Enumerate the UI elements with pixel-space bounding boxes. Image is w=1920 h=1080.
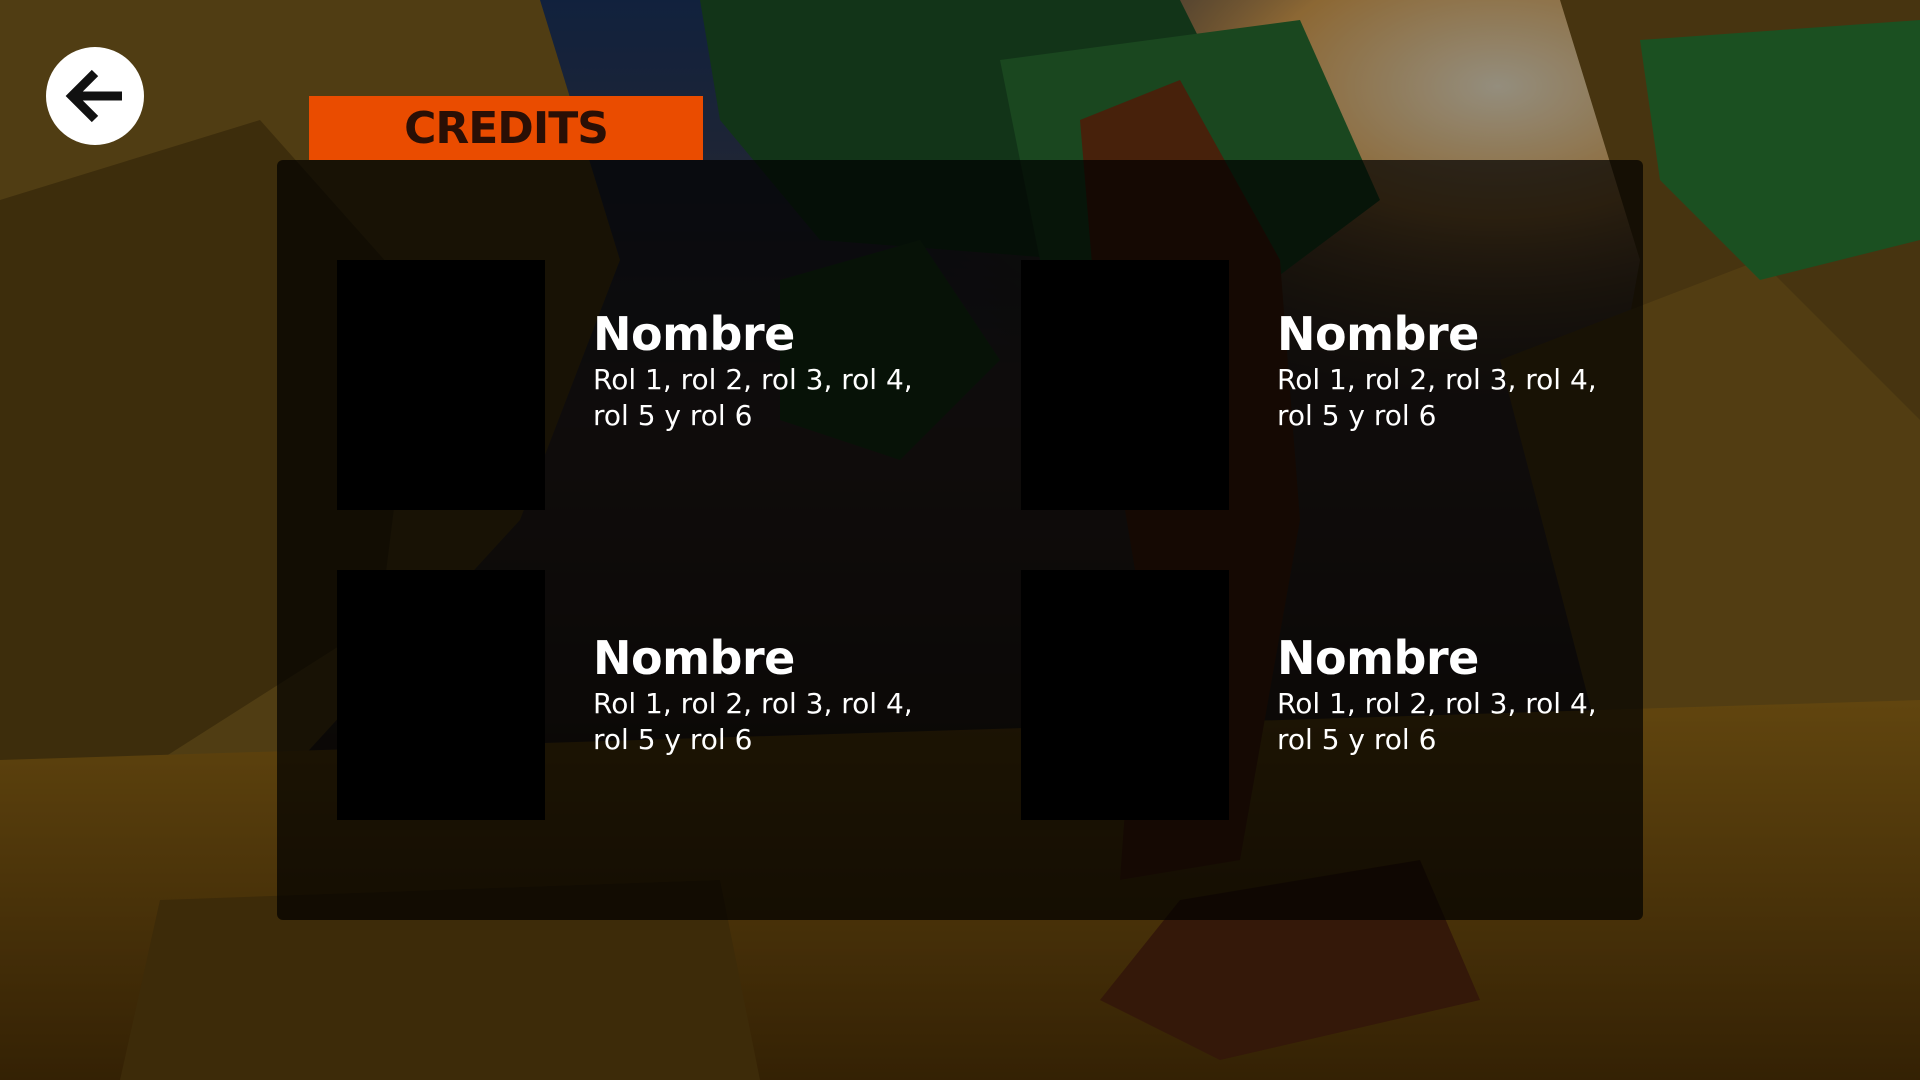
credits-panel: Nombre Rol 1, rol 2, rol 3, rol 4, rol 5… [277,160,1643,920]
credit-info: Nombre Rol 1, rol 2, rol 3, rol 4, rol 5… [593,630,973,758]
credit-card: Nombre Rol 1, rol 2, rol 3, rol 4, rol 5… [337,260,957,510]
arrow-left-icon [65,69,122,123]
credit-card: Nombre Rol 1, rol 2, rol 3, rol 4, rol 5… [1021,260,1641,510]
member-photo [337,260,545,510]
member-name: Nombre [1277,631,1479,685]
member-roles: Rol 1, rol 2, rol 3, rol 4, rol 5 y rol … [593,363,913,432]
member-name: Nombre [1277,307,1479,361]
back-button[interactable] [46,47,144,145]
member-roles: Rol 1, rol 2, rol 3, rol 4, rol 5 y rol … [1277,363,1597,432]
credit-card: Nombre Rol 1, rol 2, rol 3, rol 4, rol 5… [337,570,957,820]
page-title: CREDITS [404,102,609,154]
member-name: Nombre [593,307,795,361]
member-name: Nombre [593,631,795,685]
credit-info: Nombre Rol 1, rol 2, rol 3, rol 4, rol 5… [1277,630,1657,758]
member-roles: Rol 1, rol 2, rol 3, rol 4, rol 5 y rol … [1277,687,1597,756]
member-photo [1021,570,1229,820]
credit-info: Nombre Rol 1, rol 2, rol 3, rol 4, rol 5… [593,306,973,434]
member-roles: Rol 1, rol 2, rol 3, rol 4, rol 5 y rol … [593,687,913,756]
member-photo [337,570,545,820]
member-photo [1021,260,1229,510]
title-tab: CREDITS [309,96,703,160]
credit-card: Nombre Rol 1, rol 2, rol 3, rol 4, rol 5… [1021,570,1641,820]
credit-info: Nombre Rol 1, rol 2, rol 3, rol 4, rol 5… [1277,306,1657,434]
